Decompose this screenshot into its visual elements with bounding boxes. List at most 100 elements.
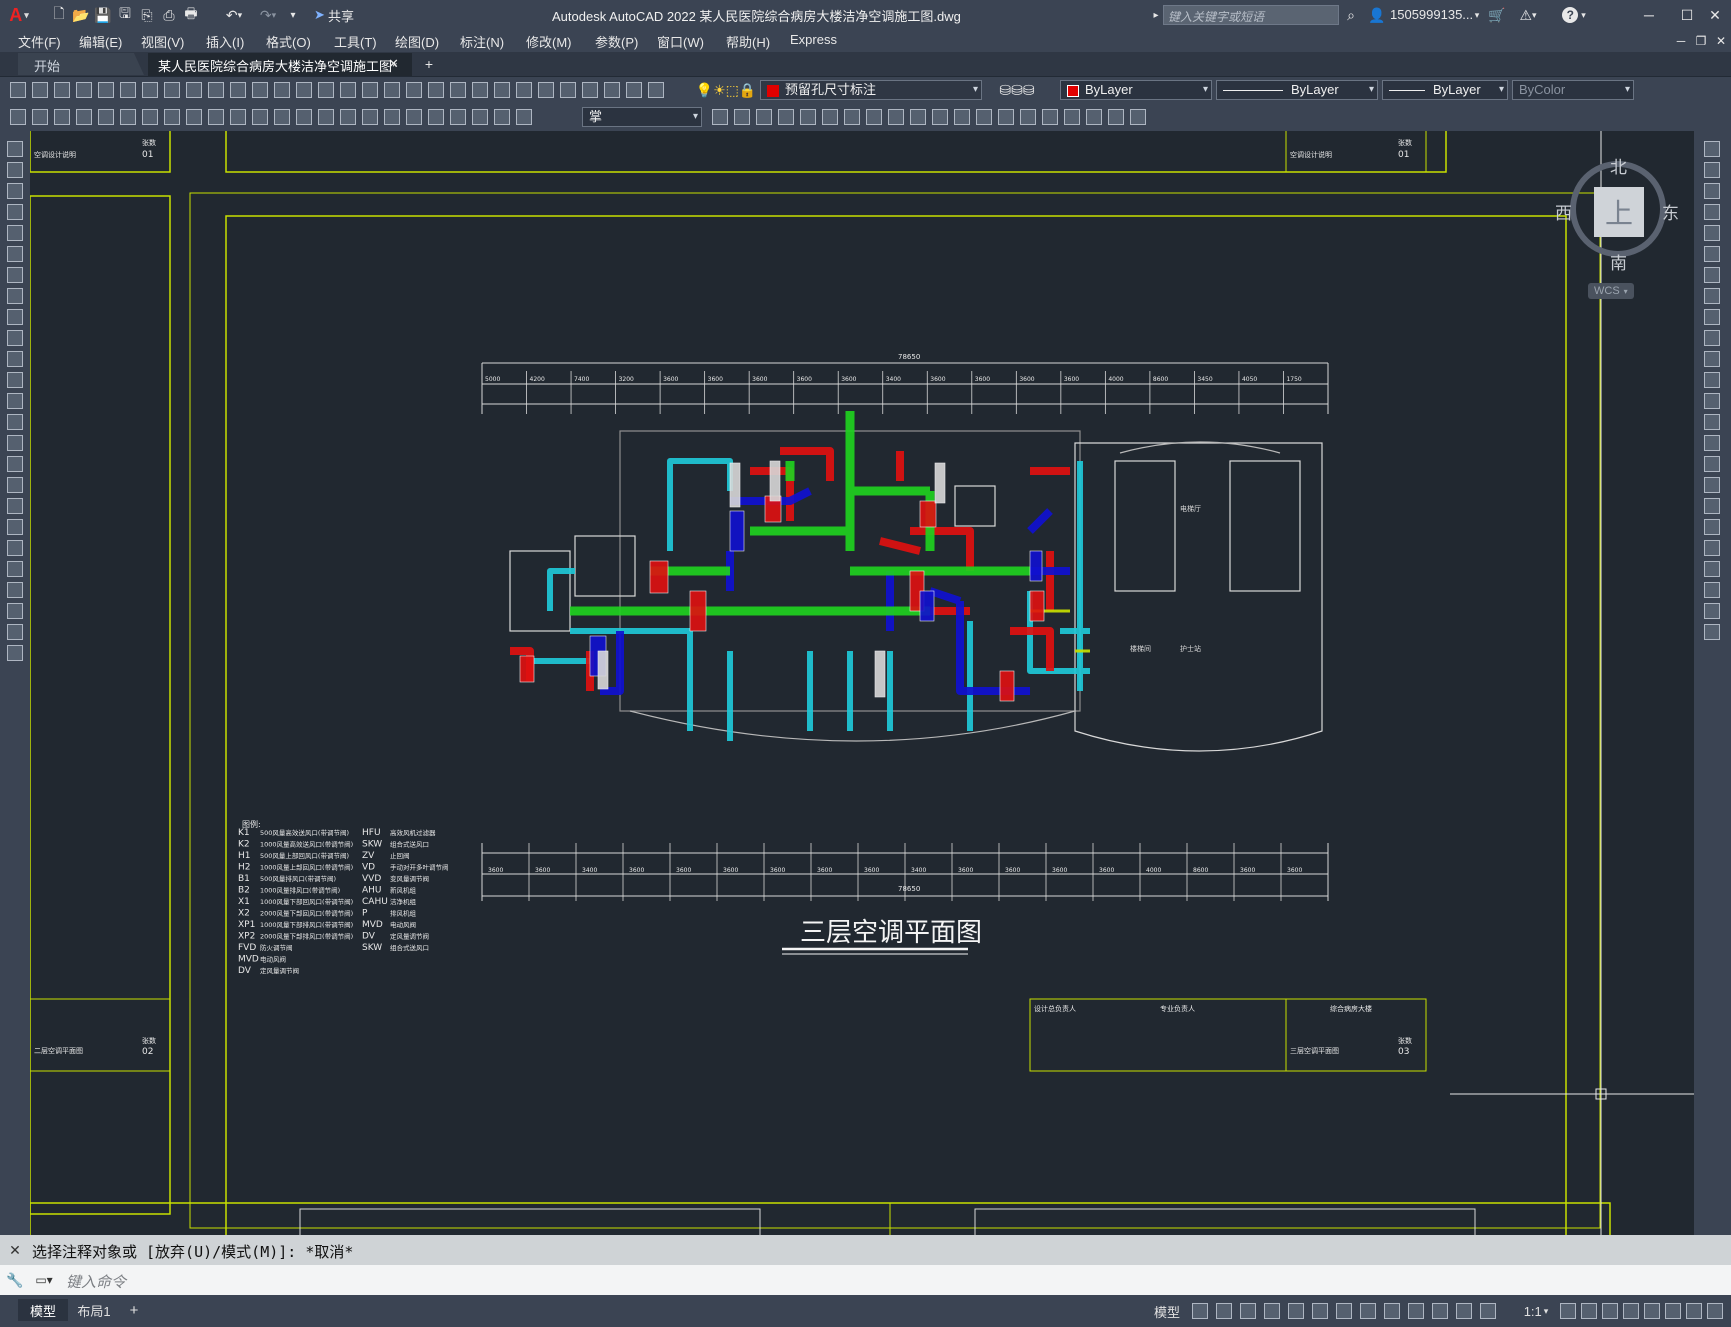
doc-restore-icon[interactable]: ❐ (1692, 32, 1710, 50)
lineweight-dropdown[interactable]: ByLayer ▾ (1382, 80, 1508, 100)
user-icon[interactable]: 👤 (1368, 6, 1386, 24)
draw-order-tool-icon[interactable] (998, 109, 1014, 125)
toolbar-tool-icon[interactable] (494, 82, 510, 98)
toolbar-tool-icon[interactable] (406, 82, 422, 98)
command-close-icon[interactable]: ✕ (6, 1241, 24, 1259)
viewcube-west[interactable]: 西 (1555, 199, 1572, 224)
dimension-tool-icon[interactable] (252, 109, 268, 125)
menu-modify[interactable]: 修改(M) (526, 32, 572, 51)
draw-order-tool-icon[interactable] (866, 109, 882, 125)
viewcube-east[interactable]: 东 (1662, 199, 1679, 224)
menu-tools[interactable]: 工具(T) (334, 32, 377, 51)
draw-order-tool-icon[interactable] (910, 109, 926, 125)
toolbar-tool-icon[interactable] (274, 82, 290, 98)
toolbar-tool-icon[interactable] (450, 82, 466, 98)
draw-order-tool-icon[interactable] (932, 109, 948, 125)
draw-tool-icon[interactable] (7, 540, 23, 556)
draw-tool-icon[interactable] (7, 372, 23, 388)
dimension-tool-icon[interactable] (32, 109, 48, 125)
modify-tool-icon[interactable] (1704, 582, 1720, 598)
dimension-tool-icon[interactable] (362, 109, 378, 125)
menu-window[interactable]: 窗口(W) (657, 32, 704, 51)
plot-icon[interactable]: 🖶 (182, 5, 200, 24)
dimension-tool-icon[interactable] (406, 109, 422, 125)
toolbar-tool-icon[interactable] (428, 82, 444, 98)
modify-tool-icon[interactable] (1704, 477, 1720, 493)
toolbar-tool-icon[interactable] (648, 82, 664, 98)
dimension-tool-icon[interactable] (186, 109, 202, 125)
hardware-accel-icon[interactable] (1644, 1303, 1660, 1319)
toolbar-tool-icon[interactable] (164, 82, 180, 98)
tab-start[interactable]: 开始 (18, 53, 144, 75)
draw-tool-icon[interactable] (7, 351, 23, 367)
toolbar-tool-icon[interactable] (384, 82, 400, 98)
draw-tool-icon[interactable] (7, 645, 23, 661)
viewcube-top-face[interactable]: 上 (1594, 187, 1644, 237)
draw-tool-icon[interactable] (7, 183, 23, 199)
open-web-icon[interactable]: ⎘ (138, 6, 156, 24)
draw-tool-icon[interactable] (7, 477, 23, 493)
toolbar-tool-icon[interactable] (32, 82, 48, 98)
dimension-tool-icon[interactable] (340, 109, 356, 125)
toolbar-tool-icon[interactable] (230, 82, 246, 98)
draw-order-tool-icon[interactable] (1064, 109, 1080, 125)
infer-icon[interactable] (1240, 1303, 1256, 1319)
draw-order-tool-icon[interactable] (800, 109, 816, 125)
draw-tool-icon[interactable] (7, 624, 23, 640)
toolbar-tool-icon[interactable] (362, 82, 378, 98)
new-icon[interactable]: 🗋 (50, 5, 68, 24)
viewcube-south[interactable]: 南 (1610, 249, 1627, 274)
menu-help[interactable]: 帮助(H) (726, 32, 770, 51)
dimension-tool-icon[interactable] (428, 109, 444, 125)
tab-layout1[interactable]: 布局1 (68, 1299, 120, 1321)
menu-express[interactable]: Express (790, 32, 837, 47)
modify-tool-icon[interactable] (1704, 288, 1720, 304)
dimension-tool-icon[interactable] (98, 109, 114, 125)
command-customize-icon[interactable]: 🔧 (6, 1271, 24, 1289)
modify-tool-icon[interactable] (1704, 225, 1720, 241)
open-icon[interactable]: 📂 (72, 6, 90, 24)
share-button[interactable]: ➤ 共享 (308, 5, 360, 25)
toolbar-tool-icon[interactable] (142, 82, 158, 98)
fullscreen-icon[interactable] (1686, 1303, 1702, 1319)
wcs-menu[interactable]: WCS ▾ (1588, 283, 1634, 299)
drawing-canvas[interactable]: 78650 78650 5000 4200 7400 3200 3600 3600 3600… (30, 131, 1694, 1235)
doc-close-icon[interactable]: ✕ (1712, 32, 1730, 50)
modify-tool-icon[interactable] (1704, 498, 1720, 514)
draw-tool-icon[interactable] (7, 267, 23, 283)
plotstyle-dropdown[interactable]: ByColor ▾ (1512, 80, 1634, 100)
modify-tool-icon[interactable] (1704, 183, 1720, 199)
quick-properties-icon[interactable] (1623, 1303, 1639, 1319)
modify-tool-icon[interactable] (1704, 141, 1720, 157)
workspace-icon[interactable] (1560, 1303, 1576, 1319)
polar-icon[interactable] (1288, 1303, 1304, 1319)
menu-view[interactable]: 视图(V) (141, 32, 184, 51)
menu-dimension[interactable]: 标注(N) (460, 32, 504, 51)
draw-tool-icon[interactable] (7, 141, 23, 157)
cart-icon[interactable]: 🛒 (1488, 6, 1506, 24)
draw-tool-icon[interactable] (7, 519, 23, 535)
tab-drawing-active[interactable]: 某人民医院综合病房大楼洁净空调施工图* ✕ (148, 53, 412, 76)
command-recent-icon[interactable]: ▭▾ (30, 1271, 58, 1289)
layer-state-icons[interactable]: 💡☀⬚🔒 (686, 81, 766, 99)
toolbar-tool-icon[interactable] (10, 82, 26, 98)
dimension-tool-icon[interactable] (472, 109, 488, 125)
modify-tool-icon[interactable] (1704, 162, 1720, 178)
dimension-tool-icon[interactable] (516, 109, 532, 125)
autodesk-app-icon[interactable]: ⚠ ▾ (1514, 6, 1542, 24)
search-icon[interactable]: ⌕ (1342, 6, 1360, 24)
maximize-icon[interactable]: ☐ (1674, 4, 1700, 26)
auto-scale-icon[interactable] (1480, 1303, 1496, 1319)
draw-order-tool-icon[interactable] (976, 109, 992, 125)
redo-icon[interactable]: ↷ ▾ (254, 6, 282, 24)
draw-tool-icon[interactable] (7, 288, 23, 304)
toolbar-tool-icon[interactable] (604, 82, 620, 98)
toolbar-tool-icon[interactable] (318, 82, 334, 98)
draw-order-tool-icon[interactable] (1086, 109, 1102, 125)
toolbar-tool-icon[interactable] (560, 82, 576, 98)
modify-tool-icon[interactable] (1704, 393, 1720, 409)
draw-order-tool-icon[interactable] (1020, 109, 1036, 125)
dimension-tool-icon[interactable] (142, 109, 158, 125)
draw-tool-icon[interactable] (7, 162, 23, 178)
draw-order-tool-icon[interactable] (734, 109, 750, 125)
